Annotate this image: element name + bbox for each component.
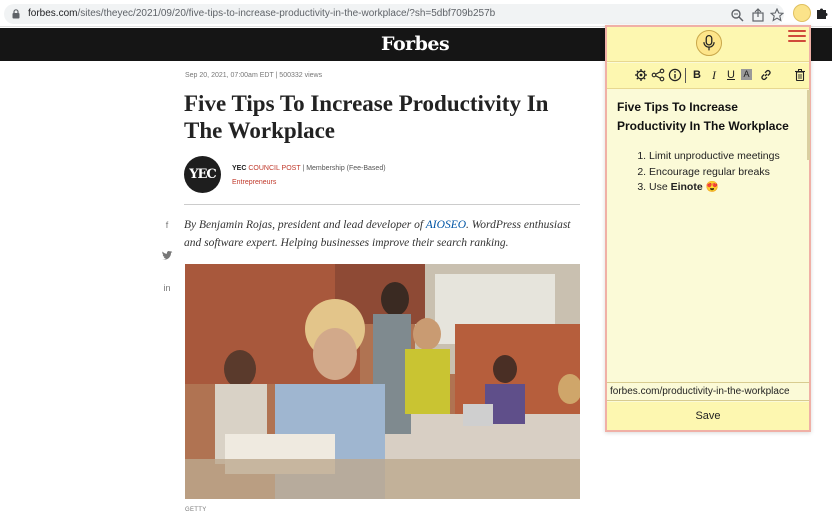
twitter-share-icon[interactable] (160, 249, 174, 263)
extensions-puzzle-icon[interactable] (815, 6, 829, 20)
star-icon[interactable] (770, 8, 784, 22)
settings-gear-icon[interactable] (634, 68, 648, 82)
editor-toolbar: B I U A (607, 63, 809, 89)
article-meta: Sep 20, 2021, 07:00am EDT | 500332 views (185, 72, 323, 79)
einote-extension-icon[interactable] (793, 4, 811, 22)
lock-icon[interactable] (12, 9, 20, 19)
url-host: forbes.com (28, 8, 78, 19)
address-bar[interactable]: forbes.com/sites/theyec/2021/09/20/five-… (4, 4, 784, 24)
note-editor[interactable]: Five Tips To Increase Productivity In Th… (607, 90, 809, 382)
browser-toolbar: forbes.com/sites/theyec/2021/09/20/five-… (0, 0, 832, 27)
panel-header (607, 27, 809, 62)
divider (184, 204, 580, 205)
author-avatar[interactable]: YEC (184, 156, 221, 193)
zoom-icon[interactable] (730, 8, 744, 22)
image-caption: GETTY (185, 507, 207, 513)
author-name[interactable]: YEC (232, 165, 246, 172)
url-path: /sites/theyec/2021/09/20/five-tips-to-in… (77, 8, 496, 19)
article-hero-image (185, 264, 580, 499)
list-item[interactable]: Encourage regular breaks (649, 165, 780, 181)
save-button[interactable]: Save (607, 402, 809, 430)
facebook-share-icon[interactable]: f (160, 218, 174, 232)
hamburger-menu-icon[interactable] (788, 30, 806, 44)
list-item[interactable]: Limit unproductive meetings (649, 149, 780, 165)
toolbar-separator (685, 68, 686, 83)
info-icon[interactable] (668, 68, 682, 82)
author-category[interactable]: Entrepreneurs (232, 179, 276, 186)
italic-button[interactable]: I (707, 68, 721, 82)
forbes-logo[interactable]: Forbes (381, 33, 450, 55)
bold-button[interactable]: B (690, 68, 704, 82)
highlight-button[interactable]: A (741, 69, 752, 80)
link-icon[interactable] (759, 68, 773, 82)
list-item-prefix: Use (649, 181, 671, 193)
note-list[interactable]: Limit unproductive meetings Encourage re… (637, 149, 780, 196)
share-nodes-icon[interactable] (651, 68, 665, 82)
scrollbar[interactable] (807, 90, 810, 160)
aioseo-link[interactable]: AIOSEO (426, 219, 466, 231)
einote-bold-text: Einote (670, 181, 703, 193)
heart-eyes-emoji-icon: 😍 (705, 181, 719, 193)
list-item[interactable]: Use Einote 😍 (649, 180, 780, 196)
linkedin-share-icon[interactable]: in (160, 281, 174, 295)
share-icon[interactable] (751, 8, 765, 22)
council-post-label: COUNCIL POST (248, 165, 301, 172)
microphone-icon[interactable] (696, 30, 722, 56)
url-input[interactable]: forbes.com/productivity-in-the-workplace (607, 382, 809, 401)
article-byline: By Benjamin Rojas, president and lead de… (184, 216, 580, 252)
article-headline: Five Tips To Increase Productivity In Th… (184, 91, 549, 143)
url-text[interactable]: forbes.com/sites/theyec/2021/09/20/five-… (28, 8, 495, 19)
membership-label: | Membership (Fee-Based) (300, 165, 386, 172)
note-title[interactable]: Five Tips To Increase Productivity In Th… (617, 98, 802, 136)
einote-panel: B I U A Five Tips To Increase Productivi… (605, 25, 811, 432)
underline-button[interactable]: U (724, 68, 738, 82)
byline-text: By Benjamin Rojas, president and lead de… (184, 219, 426, 231)
author-line: YEC COUNCIL POST | Membership (Fee-Based… (232, 165, 386, 172)
trash-icon[interactable] (793, 68, 807, 82)
